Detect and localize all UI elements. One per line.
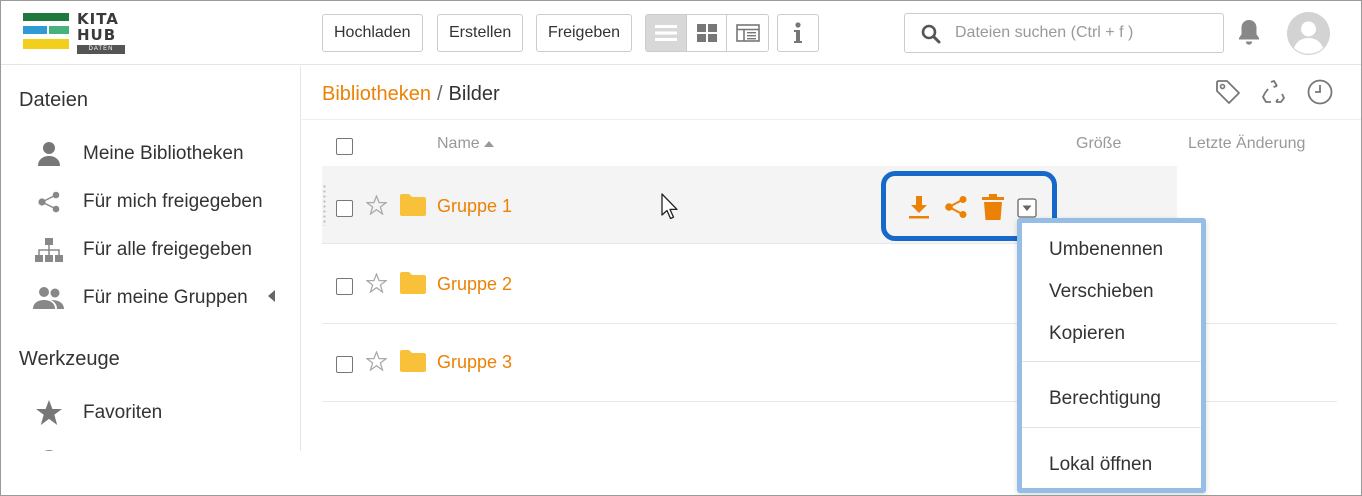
sidebar-item-label: Favoriten	[83, 402, 163, 423]
breadcrumb-bar: Bibliotheken / Bilder	[302, 66, 1361, 120]
group-icon	[33, 287, 64, 309]
more-dropdown-icon[interactable]	[1017, 198, 1037, 218]
sidebar-item-my-libraries[interactable]: Meine Bibliotheken	[21, 134, 291, 174]
kitahub-logo[interactable]: KITA HUB DATEN	[23, 11, 127, 55]
row-checkbox[interactable]	[336, 200, 353, 217]
avatar-icon	[1287, 12, 1330, 55]
menu-item-copy[interactable]: Kopieren	[1049, 323, 1125, 345]
grid-view-icon	[696, 24, 717, 42]
context-menu: Umbenennen Verschieben Kopieren Berechti…	[1017, 218, 1206, 493]
breadcrumb-separator: /	[436, 83, 443, 105]
star-outline-icon[interactable]	[366, 195, 387, 215]
star-icon	[36, 400, 62, 425]
top-header: KITA HUB DATEN Hochladen Erstellen Freig…	[1, 1, 1361, 65]
select-all-checkbox[interactable]	[336, 138, 353, 155]
share-icon	[38, 191, 60, 213]
notifications-button[interactable]	[1237, 18, 1261, 51]
search-input[interactable]	[955, 14, 1215, 52]
logo-word-kita: KITA	[77, 10, 119, 28]
menu-item-open-locally[interactable]: Lokal öffnen	[1049, 454, 1152, 476]
sidebar-item-label: Für mich freigegeben	[83, 191, 263, 212]
column-header-name[interactable]: Name	[437, 135, 495, 153]
logo-bar-teal	[49, 26, 69, 34]
search-box	[904, 13, 1224, 53]
logo-word-hub: HUB	[77, 26, 117, 44]
recycle-bin-icon[interactable]	[1261, 79, 1287, 105]
drag-handle[interactable]	[322, 184, 327, 226]
star-outline-icon[interactable]	[366, 273, 387, 293]
info-icon	[794, 22, 802, 43]
upload-button[interactable]: Hochladen	[322, 14, 423, 52]
folder-name-link[interactable]: Gruppe 1	[437, 196, 512, 217]
folder-name-link[interactable]: Gruppe 2	[437, 274, 512, 295]
column-header-modified[interactable]: Letzte Änderung	[1188, 135, 1305, 153]
row-checkbox[interactable]	[336, 356, 353, 373]
folder-icon	[400, 194, 426, 216]
sidebar: Dateien Meine Bibliotheken Für mich frei…	[1, 66, 301, 451]
org-chart-icon	[35, 238, 63, 262]
logo-bar-blue	[23, 26, 47, 34]
trash-icon[interactable]	[982, 194, 1004, 220]
menu-item-move[interactable]: Verschieben	[1049, 281, 1154, 303]
files-heading: Dateien	[19, 89, 88, 111]
sidebar-item-favorites[interactable]: Favoriten	[21, 393, 291, 433]
folder-icon	[400, 272, 426, 294]
folder-name-link[interactable]: Gruppe 3	[437, 352, 512, 373]
sidebar-item-shared-with-me[interactable]: Für mich freigegeben	[21, 182, 291, 222]
mouse-cursor-icon	[661, 193, 678, 220]
breadcrumb-current: Bilder	[448, 83, 500, 105]
history-clock-icon[interactable]	[1307, 79, 1333, 105]
menu-item-permissions[interactable]: Berechtigung	[1049, 388, 1161, 410]
tools-heading: Werkzeuge	[19, 348, 120, 370]
user-icon	[38, 142, 60, 166]
breadcrumb: Bibliotheken / Bilder	[322, 83, 500, 106]
logo-bar-green	[23, 13, 69, 21]
star-outline-icon[interactable]	[366, 351, 387, 371]
info-button[interactable]	[777, 14, 819, 52]
sidebar-item-shared-with-all[interactable]: Für alle freigegeben	[21, 230, 291, 270]
search-icon	[921, 24, 941, 44]
sidebar-item-label: Meine Bibliotheken	[83, 143, 244, 164]
folder-icon	[400, 350, 426, 372]
menu-divider	[1022, 427, 1201, 428]
app-window: KITA HUB DATEN Hochladen Erstellen Freig…	[0, 0, 1362, 496]
clock-icon	[44, 450, 54, 451]
menu-divider	[1022, 361, 1201, 362]
user-avatar[interactable]	[1287, 12, 1330, 55]
download-icon[interactable]	[908, 195, 930, 219]
sidebar-item-label: Für alle freigegeben	[83, 239, 252, 260]
create-button[interactable]: Erstellen	[437, 14, 524, 52]
logo-bar-yellow	[23, 39, 69, 49]
row-checkbox[interactable]	[336, 278, 353, 295]
breadcrumb-root-link[interactable]: Bibliotheken	[322, 83, 431, 105]
column-header-size[interactable]: Größe	[1076, 135, 1121, 153]
view-mode-group	[645, 14, 769, 52]
list-view-icon	[654, 25, 677, 41]
grid-view-button[interactable]	[686, 15, 728, 51]
sidebar-item-label: Für meine Gruppen	[83, 287, 248, 308]
table-header: Name Größe Letzte Änderung	[322, 122, 1337, 166]
share-icon[interactable]	[944, 195, 968, 219]
bell-icon	[1239, 20, 1259, 45]
columns-view-icon	[735, 24, 760, 42]
tag-icon[interactable]	[1215, 79, 1241, 105]
expand-caret-icon[interactable]	[267, 289, 276, 307]
logo-tag: DATEN	[77, 45, 125, 54]
share-button[interactable]: Freigeben	[536, 14, 633, 52]
menu-item-rename[interactable]: Umbenennen	[1049, 239, 1163, 261]
sidebar-item-my-groups[interactable]: Für meine Gruppen	[21, 278, 291, 318]
sidebar-item-partial[interactable]	[21, 441, 291, 451]
library-tools	[1215, 79, 1333, 105]
sort-asc-icon	[484, 140, 495, 147]
columns-view-button[interactable]	[727, 15, 768, 51]
list-view-button[interactable]	[646, 15, 687, 51]
